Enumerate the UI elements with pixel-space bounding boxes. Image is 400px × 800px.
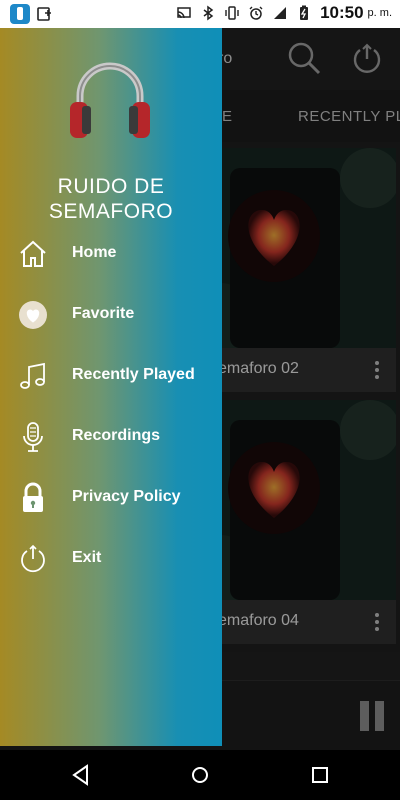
app-title: RUIDO DE SEMAFORO — [0, 174, 222, 224]
menu-item-favorite[interactable]: Favorite — [0, 287, 222, 343]
lock-icon — [23, 482, 43, 512]
menu-label-home: Home — [72, 244, 117, 261]
navigation-drawer: RUIDO DE SEMAFORO Home Favorite Recently… — [0, 28, 222, 746]
menu-label-recently-played: Recently Played — [72, 366, 195, 383]
menu-item-privacy-policy[interactable]: Privacy Policy — [0, 470, 222, 526]
cast-icon — [177, 7, 191, 19]
clock-time: 10:50 — [320, 3, 364, 22]
power-icon — [21, 544, 45, 573]
home-icon — [20, 240, 46, 267]
recents-square-icon[interactable] — [307, 762, 333, 788]
traffic-light-app-icon — [10, 4, 30, 24]
menu-item-home[interactable]: Home — [0, 226, 222, 282]
app-title-line1: RUIDO DE — [57, 175, 165, 198]
music-note-icon — [20, 362, 45, 389]
microphone-icon — [23, 422, 43, 452]
menu-item-recordings[interactable]: Recordings — [0, 409, 222, 465]
back-icon[interactable] — [68, 762, 94, 788]
bluetooth-icon — [203, 5, 214, 21]
menu-label-recordings: Recordings — [72, 427, 161, 444]
heart-icon — [19, 301, 47, 329]
signal-icon — [274, 7, 287, 19]
vibrate-icon — [225, 6, 239, 20]
menu-item-exit[interactable]: Exit — [0, 531, 222, 587]
app-title-line2: SEMAFORO — [48, 200, 174, 223]
alarm-icon — [249, 6, 263, 20]
menu-label-exit: Exit — [72, 549, 102, 566]
headphones-icon — [70, 62, 150, 138]
screen-share-icon — [37, 7, 51, 21]
menu-label-privacy-policy: Privacy Policy — [72, 488, 181, 505]
status-bar: 10:50 p. m. — [0, 0, 400, 28]
clock-ampm: p. m. — [367, 7, 392, 19]
battery-charging-icon — [300, 5, 309, 20]
menu-label-favorite: Favorite — [72, 305, 135, 322]
home-circle-icon[interactable] — [187, 762, 213, 788]
menu-item-recently-played[interactable]: Recently Played — [0, 348, 222, 404]
system-navigation-bar — [0, 750, 400, 800]
